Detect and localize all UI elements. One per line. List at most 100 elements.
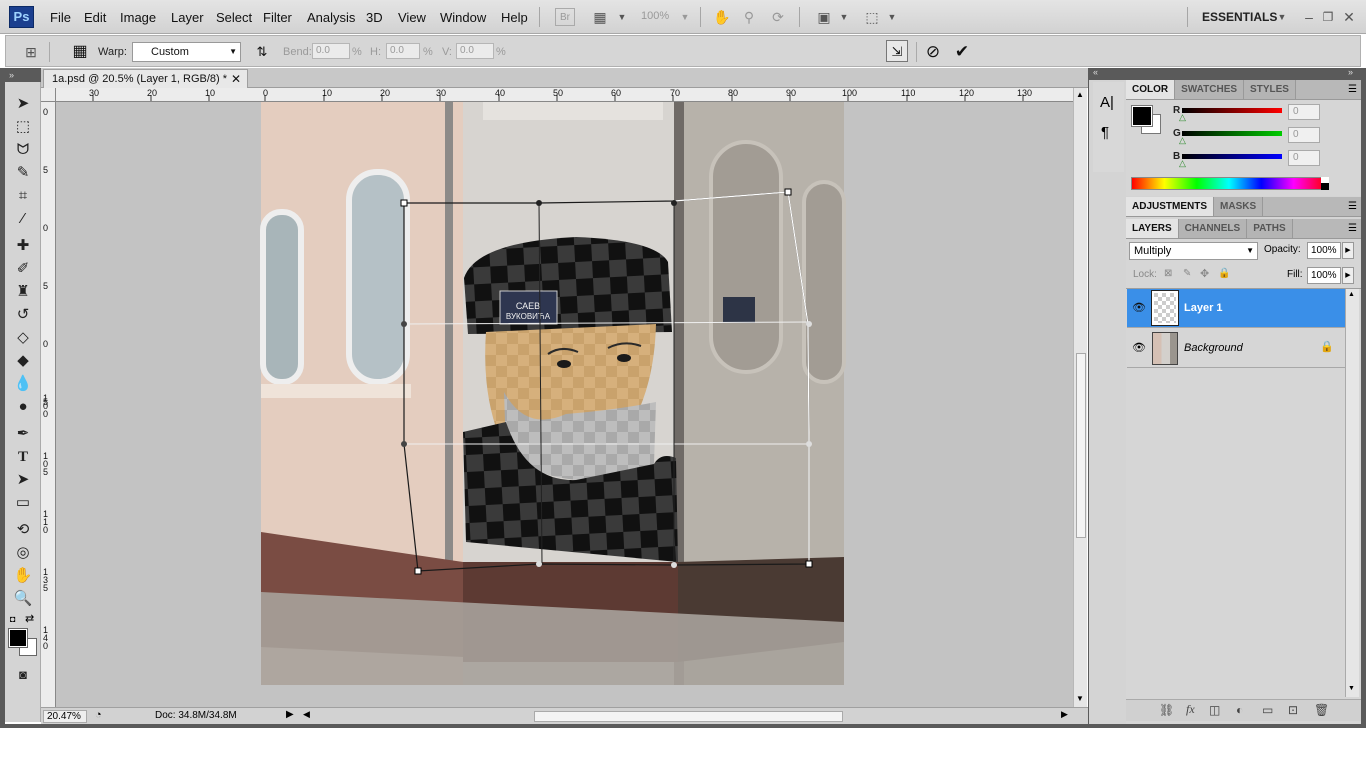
cancel-transform-icon[interactable]: ⊘ bbox=[922, 41, 944, 63]
hand-tool-icon[interactable]: ✋ bbox=[712, 8, 732, 26]
status-options-icon[interactable]: ◔ bbox=[95, 709, 102, 721]
color-ramp[interactable] bbox=[1131, 177, 1327, 190]
document-canvas[interactable]: САЕВ ВУКОВИЋА bbox=[56, 102, 1073, 707]
r-value[interactable]: 0 bbox=[1288, 104, 1320, 120]
g-value[interactable]: 0 bbox=[1288, 127, 1320, 143]
3d-rotate-tool-icon[interactable]: ⟲ bbox=[13, 520, 33, 540]
path-selection-tool-icon[interactable]: ➤ bbox=[13, 470, 33, 490]
horizontal-ruler[interactable]: 30 20 10 0 10 20 30 40 50 60 70 80 90 10… bbox=[56, 88, 1073, 102]
color-ramp-black[interactable] bbox=[1321, 183, 1329, 190]
zoom-level-menu[interactable]: 100% bbox=[641, 10, 669, 22]
adjustment-layer-icon[interactable]: ◐ bbox=[1236, 703, 1243, 717]
paragraph-panel-icon[interactable]: ¶ bbox=[1101, 124, 1109, 141]
eraser-tool-icon[interactable]: ◇ bbox=[13, 328, 33, 348]
workspace-switcher[interactable]: ESSENTIALS bbox=[1202, 10, 1277, 24]
menu-filter[interactable]: Filter bbox=[263, 10, 292, 25]
menu-select[interactable]: Select bbox=[216, 10, 252, 25]
zoom-chevron-icon[interactable]: ▼ bbox=[675, 8, 695, 26]
toolbox-collapse-icon[interactable]: » bbox=[5, 68, 41, 82]
menu-file[interactable]: File bbox=[50, 10, 71, 25]
layer-style-icon[interactable]: fx bbox=[1186, 702, 1195, 717]
menu-image[interactable]: Image bbox=[120, 10, 156, 25]
panel-menu-icon[interactable]: ☰ bbox=[1348, 84, 1357, 95]
vertical-scrollbar[interactable]: ▲ ▼ bbox=[1073, 88, 1087, 707]
zoom-field[interactable]: 20.47% bbox=[43, 710, 87, 723]
scroll-up-icon[interactable]: ▲ bbox=[1348, 291, 1355, 298]
delete-layer-icon[interactable]: 🗑 bbox=[1314, 703, 1329, 717]
new-layer-icon[interactable]: ⊡ bbox=[1288, 703, 1298, 717]
scroll-right-icon[interactable]: ▶ bbox=[1061, 709, 1068, 720]
arrange-documents-icon[interactable]: ▣ bbox=[814, 8, 834, 26]
tab-masks[interactable]: MASKS bbox=[1214, 197, 1264, 216]
scroll-down-icon[interactable]: ▼ bbox=[1348, 685, 1355, 692]
visibility-eye-icon[interactable]: 👁 bbox=[1130, 301, 1148, 315]
lock-all-icon[interactable]: 🔒 bbox=[1218, 268, 1230, 279]
character-panel-icon[interactable]: A| bbox=[1100, 94, 1114, 111]
fill-arrow-icon[interactable]: ▶ bbox=[1342, 267, 1354, 284]
pen-tool-icon[interactable]: ✒ bbox=[13, 424, 33, 444]
tab-swatches[interactable]: SWATCHES bbox=[1175, 80, 1245, 99]
tab-color[interactable]: COLOR bbox=[1126, 80, 1176, 99]
lock-transparency-icon[interactable]: ⊠ bbox=[1164, 268, 1172, 279]
dock-expand-icon[interactable]: « bbox=[1093, 67, 1098, 77]
quick-mask-icon[interactable]: ◙ bbox=[13, 665, 33, 685]
rotate-view-icon[interactable]: ⟳ bbox=[768, 8, 788, 26]
color-fg-swatch[interactable] bbox=[1131, 105, 1153, 127]
restore-icon[interactable]: ❐ bbox=[1318, 8, 1338, 26]
crop-tool-icon[interactable]: ⌗ bbox=[13, 186, 33, 206]
menu-layer[interactable]: Layer bbox=[171, 10, 204, 25]
h-field[interactable]: 0.0 bbox=[386, 43, 420, 59]
arrange-chevron-icon[interactable]: ▼ bbox=[834, 8, 854, 26]
scroll-thumb[interactable] bbox=[1076, 353, 1086, 538]
hand-tool-icon[interactable]: ✋ bbox=[13, 566, 33, 586]
layers-scrollbar[interactable]: ▲ ▼ bbox=[1345, 289, 1359, 697]
view-extras-icon[interactable]: ▦ bbox=[590, 8, 610, 26]
blend-mode-select[interactable]: Multiply ▼ bbox=[1129, 242, 1258, 260]
healing-brush-tool-icon[interactable]: ✚ bbox=[13, 236, 33, 256]
lock-position-icon[interactable]: ✥ bbox=[1200, 267, 1209, 280]
panel-menu-icon[interactable]: ☰ bbox=[1348, 201, 1357, 212]
clone-stamp-tool-icon[interactable]: ♜ bbox=[13, 282, 33, 302]
default-colors-icon[interactable]: ◘ bbox=[10, 614, 15, 624]
zoom-tool-icon[interactable]: 🔍 bbox=[13, 589, 33, 609]
tab-styles[interactable]: STYLES bbox=[1244, 80, 1296, 99]
workspace-chevron-icon[interactable]: ▼ bbox=[1272, 8, 1292, 26]
foreground-color-swatch[interactable] bbox=[8, 628, 28, 648]
marquee-tool-icon[interactable]: ⬚ bbox=[13, 117, 33, 137]
screen-mode-icon[interactable]: ⬚ bbox=[862, 8, 882, 26]
paint-bucket-tool-icon[interactable]: ◆ bbox=[13, 351, 33, 371]
canvas-area[interactable]: САЕВ ВУКОВИЋА bbox=[56, 102, 1073, 707]
menu-help[interactable]: Help bbox=[501, 10, 528, 25]
dock-collapse-icon[interactable]: » bbox=[1348, 67, 1353, 77]
toggle-warp-free-transform-icon[interactable]: ⇲ bbox=[886, 40, 908, 62]
eyedropper-tool-icon[interactable]: ⁄ bbox=[13, 209, 33, 229]
opacity-arrow-icon[interactable]: ▶ bbox=[1342, 242, 1354, 259]
tab-adjustments[interactable]: ADJUSTMENTS bbox=[1126, 197, 1215, 216]
history-brush-tool-icon[interactable]: ↺ bbox=[13, 305, 33, 325]
bridge-button[interactable]: Br bbox=[555, 8, 575, 26]
commit-transform-icon[interactable]: ✔ bbox=[951, 41, 973, 63]
shape-tool-icon[interactable]: ▭ bbox=[13, 493, 33, 513]
minimize-icon[interactable]: – bbox=[1299, 8, 1319, 26]
vertical-ruler[interactable]: 0 5 0 5 0 5 1 0 0 1 0 5 1 1 0 1 3 5 1 4 … bbox=[41, 102, 56, 707]
brush-tool-icon[interactable]: ✐ bbox=[13, 259, 33, 279]
dodge-tool-icon[interactable]: ● bbox=[13, 397, 33, 417]
transform-preset-icon[interactable]: ⊞ bbox=[20, 41, 42, 63]
lock-pixels-icon[interactable]: ✎ bbox=[1183, 268, 1191, 279]
layer-row-background[interactable]: 👁 Background 🔒 bbox=[1127, 329, 1345, 368]
close-icon[interactable]: ✕ bbox=[1339, 8, 1359, 26]
b-slider[interactable] bbox=[1182, 154, 1282, 159]
close-document-icon[interactable]: ✕ bbox=[231, 72, 241, 86]
scroll-left-icon[interactable]: ◀ bbox=[303, 709, 310, 720]
tab-channels[interactable]: CHANNELS bbox=[1178, 219, 1248, 238]
opacity-field[interactable]: 100% bbox=[1307, 242, 1341, 259]
move-tool-icon[interactable]: ➤ bbox=[13, 94, 33, 114]
layer-row-layer-1[interactable]: 👁 Layer 1 bbox=[1127, 289, 1345, 328]
menu-view[interactable]: View bbox=[398, 10, 426, 25]
bend-field[interactable]: 0.0 bbox=[312, 43, 350, 59]
v-field[interactable]: 0.0 bbox=[456, 43, 494, 59]
menu-edit[interactable]: Edit bbox=[84, 10, 106, 25]
type-tool-icon[interactable]: T bbox=[13, 447, 33, 467]
zoom-tool-icon[interactable]: ⚲ bbox=[739, 8, 759, 26]
document-tab[interactable]: 1a.psd @ 20.5% (Layer 1, RGB/8) * ✕ bbox=[43, 69, 248, 88]
